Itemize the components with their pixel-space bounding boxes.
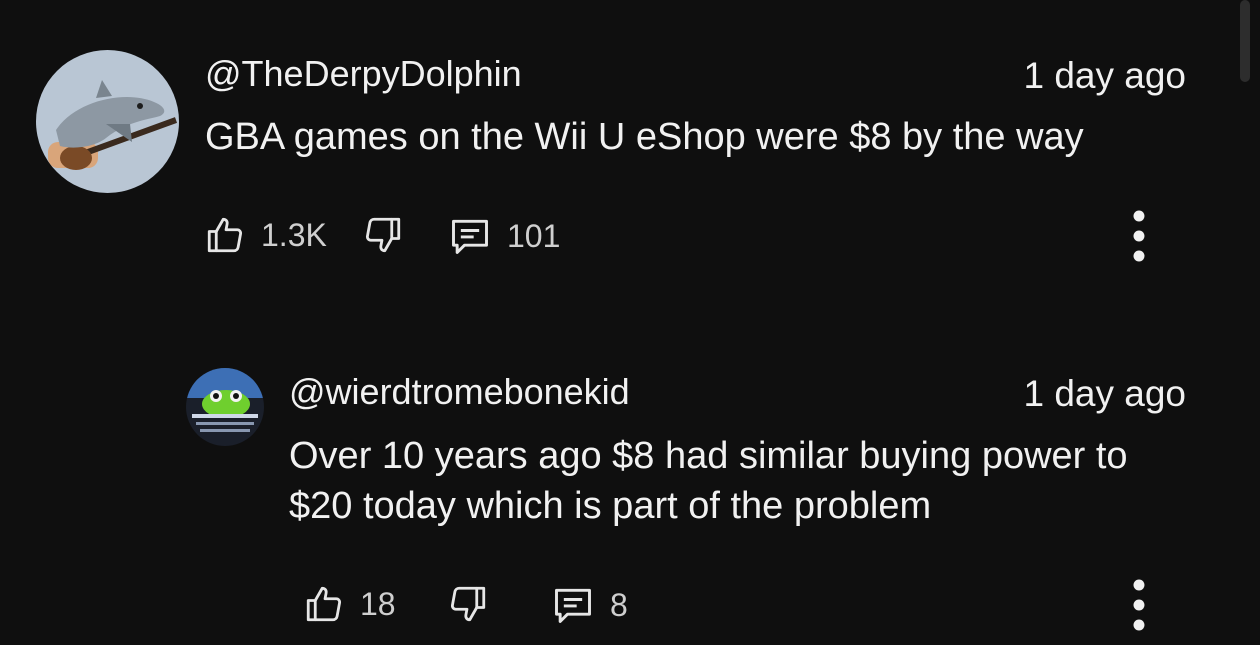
comment-icon	[550, 583, 596, 627]
thumb-down-icon	[361, 214, 405, 256]
reply-button[interactable]: 8	[550, 583, 628, 627]
thumb-up-icon	[203, 214, 247, 256]
comment-text: Over 10 years ago $8 had similar buying …	[289, 435, 1128, 527]
comment-text: GBA games on the Wii U eShop were $8 by …	[205, 116, 1084, 158]
comment-timestamp: 1 day ago	[1023, 55, 1186, 96]
reply-count: 8	[610, 587, 628, 623]
reply-button[interactable]: 101	[447, 214, 560, 258]
avatar-dolphin-icon[interactable]	[36, 50, 179, 193]
comment-icon	[447, 214, 493, 258]
reply-count: 101	[507, 218, 561, 254]
comment-timestamp: 1 day ago	[1023, 373, 1186, 414]
more-options-button[interactable]	[1119, 208, 1159, 264]
like-count: 1.3K	[261, 217, 327, 253]
dislike-button[interactable]	[446, 583, 490, 625]
avatar-frog-icon[interactable]	[186, 368, 264, 446]
like-button[interactable]: 18	[302, 583, 396, 625]
more-vert-icon	[1133, 210, 1145, 262]
dislike-button[interactable]	[361, 214, 405, 256]
like-button[interactable]: 1.3K	[203, 214, 327, 256]
scrollbar-thumb[interactable]	[1240, 0, 1250, 82]
thumb-down-icon	[446, 583, 490, 625]
comment-author[interactable]: @TheDerpyDolphin	[205, 52, 522, 96]
like-count: 18	[360, 586, 396, 622]
thumb-up-icon	[302, 583, 346, 625]
comment-author[interactable]: @wierdtromebonekid	[289, 370, 630, 414]
more-vert-icon	[1133, 579, 1145, 631]
more-options-button[interactable]	[1119, 577, 1159, 633]
